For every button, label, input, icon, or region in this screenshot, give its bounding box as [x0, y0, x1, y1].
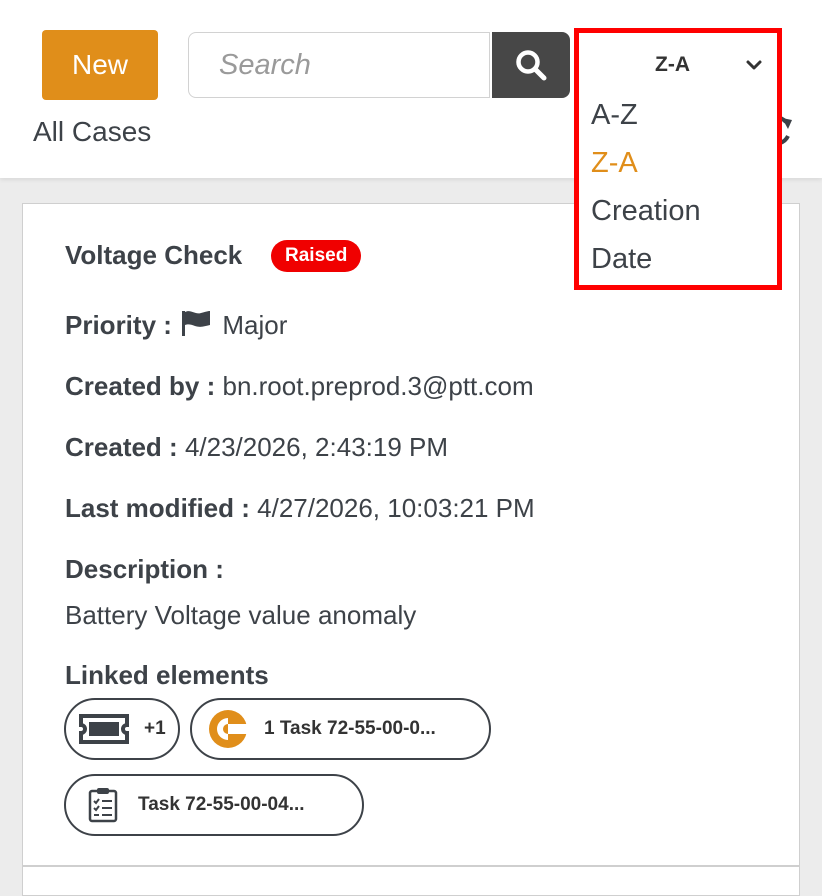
- sort-selected-value: Z-A: [655, 53, 690, 76]
- sort-option-a-z[interactable]: A-Z: [591, 99, 638, 132]
- linked-elements-label-text: Linked elements: [65, 660, 269, 690]
- new-case-button[interactable]: New: [42, 30, 158, 100]
- status-badge: Raised: [271, 240, 362, 272]
- sort-option-z-a[interactable]: Z-A: [591, 147, 638, 180]
- page-title: All Cases: [33, 116, 152, 147]
- description-value: Battery Voltage value anomaly: [65, 600, 417, 630]
- linked-chip-checklist[interactable]: Task 72-55-00-04...: [64, 774, 364, 836]
- sort-dropdown[interactable]: Z-A A-Z Z-A Creation Date: [574, 28, 782, 290]
- priority-row: Priority : Major: [65, 310, 287, 341]
- linked-chip-checklist-label: Task 72-55-00-04...: [138, 794, 305, 815]
- flag-icon: [182, 311, 211, 336]
- last-modified-row: Last modified : 4/27/2026, 10:03:21 PM: [65, 493, 535, 524]
- task-progress-icon: [209, 710, 247, 748]
- created-by-label: Created by :: [65, 371, 216, 401]
- description-label: Description :: [65, 554, 224, 585]
- linked-elements-label: Linked elements: [65, 660, 269, 691]
- created-by-row: Created by : bn.root.preprod.3@ptt.com: [65, 371, 534, 402]
- sort-dropdown-toggle[interactable]: Z-A: [579, 45, 777, 85]
- linked-chip-task-progress-label: 1 Task 72-55-00-0...: [264, 718, 436, 739]
- checklist-icon: [88, 788, 118, 823]
- priority-value: Major: [222, 310, 288, 340]
- linked-chip-ticket-label: +1: [144, 718, 166, 739]
- search-button[interactable]: [492, 32, 570, 98]
- created-by-value: bn.root.preprod.3@ptt.com: [222, 371, 534, 401]
- search-icon: [516, 50, 547, 81]
- sort-option-creation[interactable]: Creation: [591, 195, 701, 228]
- sort-option-date[interactable]: Date: [591, 243, 652, 276]
- last-modified-value: 4/27/2026, 10:03:21 PM: [257, 493, 535, 523]
- search-input[interactable]: [188, 32, 490, 98]
- description-label-text: Description :: [65, 554, 224, 584]
- next-case-card[interactable]: [22, 866, 800, 896]
- chevron-down-icon: [746, 60, 762, 70]
- last-modified-label: Last modified :: [65, 493, 250, 523]
- case-card[interactable]: Voltage Check Raised Priority : Major Cr…: [22, 203, 800, 866]
- linked-chip-task-progress[interactable]: 1 Task 72-55-00-0...: [190, 698, 491, 760]
- case-title: Voltage Check: [65, 240, 243, 270]
- ticket-icon: [79, 714, 129, 744]
- created-label: Created :: [65, 432, 178, 462]
- priority-label: Priority :: [65, 310, 172, 340]
- linked-chip-ticket[interactable]: +1: [64, 698, 180, 760]
- created-row: Created : 4/23/2026, 2:43:19 PM: [65, 432, 448, 463]
- created-value: 4/23/2026, 2:43:19 PM: [184, 432, 449, 462]
